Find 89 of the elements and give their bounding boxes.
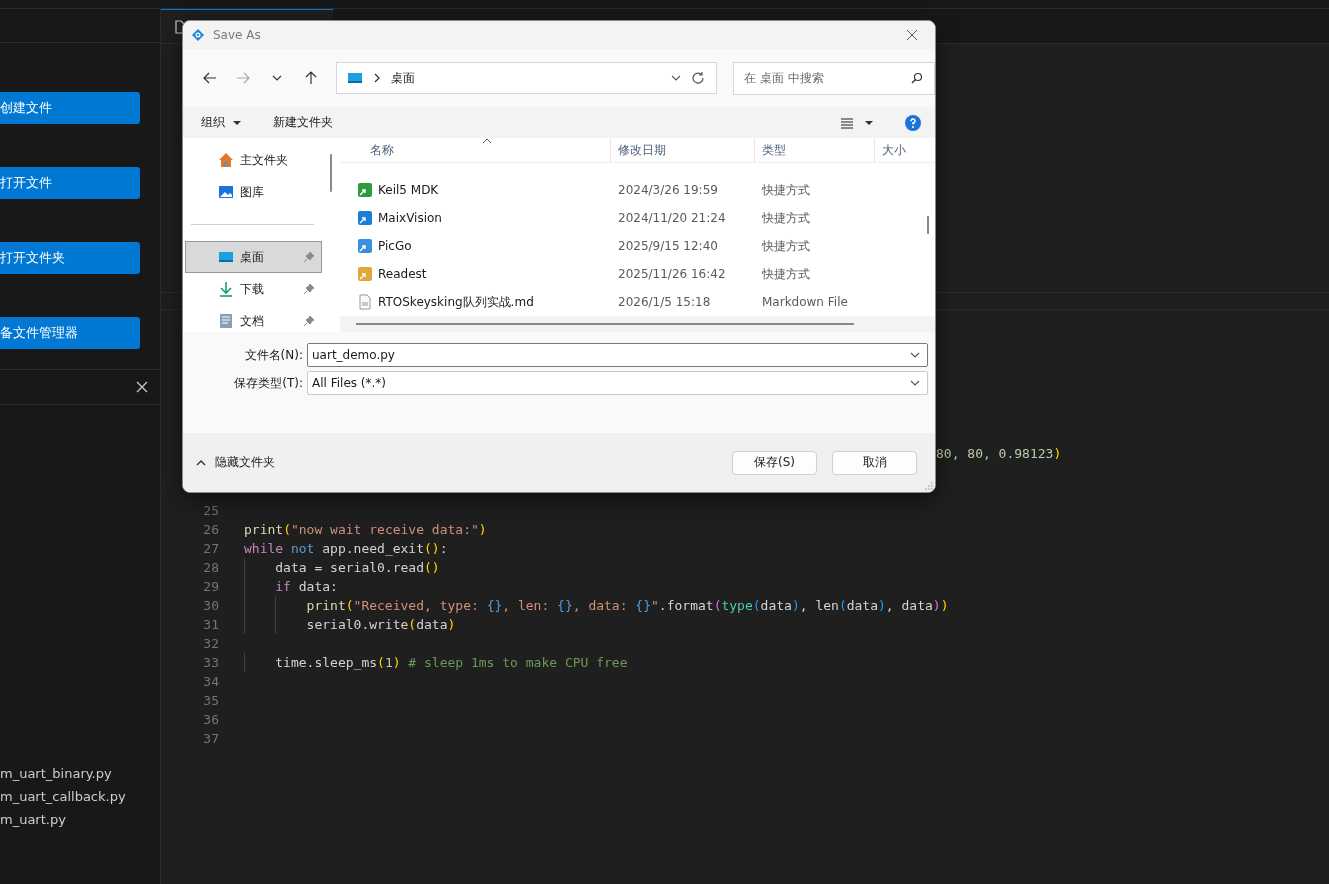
cancel-button[interactable]: 取消 xyxy=(832,450,917,475)
line-number: 37 xyxy=(202,730,220,748)
nav-item[interactable]: 主文件夹 xyxy=(185,144,322,176)
column-header[interactable]: 名称 xyxy=(340,138,611,163)
line-number: 30 xyxy=(202,597,220,615)
resize-grip-icon[interactable] xyxy=(925,482,933,490)
back-icon xyxy=(201,70,218,86)
code-line: print("now wait receive data:") xyxy=(244,521,487,539)
sort-icon xyxy=(482,138,492,144)
code-line: serial0.write(data) xyxy=(306,616,456,634)
search-field[interactable]: 在 桌面 中搜索 xyxy=(733,61,935,95)
shortcut-icon xyxy=(357,210,373,227)
sidebar-button[interactable]: 备文件管理器 xyxy=(0,317,140,349)
shortcut-icon xyxy=(357,266,373,283)
shortcut-icon xyxy=(357,238,373,255)
app-icon xyxy=(191,28,205,42)
date-cell-text: 2025/9/15 12:40 xyxy=(617,239,719,254)
column-header[interactable]: 修改日期 xyxy=(611,138,755,163)
code-line: data = serial0.read() xyxy=(275,559,440,577)
file-name[interactable]: m_uart_binary.py xyxy=(0,762,160,785)
hide-folders-toggle[interactable]: 隐藏文件夹 xyxy=(195,454,275,471)
sidebar-button[interactable]: 打开文件夹 xyxy=(0,242,140,274)
date-cell-text: 2024/11/20 21:24 xyxy=(617,211,727,226)
field-label: 文件名(N): xyxy=(243,346,304,364)
scrollbar-thumb[interactable] xyxy=(927,216,929,234)
sidebar-button[interactable]: 打开文件 xyxy=(0,167,140,199)
document-icon xyxy=(357,294,373,311)
nav-item[interactable]: 图库 xyxy=(185,176,322,208)
column-header[interactable]: 类型 xyxy=(755,138,875,163)
code-line: while not app.need_exit(): xyxy=(244,540,448,558)
code-line: 80, 80, 0.98123) xyxy=(936,445,1062,463)
nav-item[interactable]: 下载 xyxy=(185,273,322,305)
line-number: 26 xyxy=(202,521,220,539)
help-icon xyxy=(905,114,921,131)
type-cell-text: 快捷方式 xyxy=(761,237,811,255)
date-cell-text: 2025/11/26 16:42 xyxy=(617,267,727,282)
forward-icon xyxy=(235,70,252,86)
document-icon xyxy=(218,313,234,329)
sidebar-button[interactable]: 创建文件 xyxy=(0,92,140,124)
nav-item[interactable]: 桌面 xyxy=(185,241,322,273)
shortcut-icon xyxy=(357,182,373,199)
file-row-name[interactable]: RTOSkeysking队列实战.md xyxy=(340,293,611,311)
download-icon xyxy=(218,281,234,297)
filename-field[interactable]: uart_demo.py xyxy=(307,343,928,367)
file-row-name[interactable]: Keil5 MDK xyxy=(340,182,611,199)
line-number: 31 xyxy=(202,616,220,634)
scrollbar-thumb[interactable] xyxy=(330,154,332,192)
dialog-title: Save As xyxy=(213,28,262,42)
code-line: print("Received, type: {}, len: {}, data: {}".format(type(data), len(data), data)) xyxy=(306,597,949,615)
scrollbar-thumb[interactable] xyxy=(356,323,854,326)
path-text: 桌面 xyxy=(390,69,416,87)
field-label: 保存类型(T): xyxy=(233,374,304,392)
type-cell-text: 快捷方式 xyxy=(761,181,811,199)
date-cell-text: 2026/1/5 15:18 xyxy=(617,295,712,310)
file-row-name[interactable]: PicGo xyxy=(340,238,611,255)
file-name[interactable]: m_uart_callback.py xyxy=(0,785,160,808)
type-cell-text: Markdown File xyxy=(761,295,849,310)
nav-item[interactable]: 文档 xyxy=(185,305,322,332)
close-icon[interactable] xyxy=(136,381,148,393)
line-number: 29 xyxy=(202,578,220,596)
refresh-icon xyxy=(690,70,706,86)
desktop-icon xyxy=(218,249,234,265)
organize-menu[interactable]: 组织 xyxy=(197,114,247,131)
line-number: 25 xyxy=(202,502,220,520)
search-icon xyxy=(911,71,923,84)
line-number: 36 xyxy=(202,711,220,729)
line-number: 34 xyxy=(202,673,220,691)
desktop-icon xyxy=(346,70,363,86)
new-folder-button[interactable]: 新建文件夹 xyxy=(269,114,337,131)
type-cell-text: 快捷方式 xyxy=(761,209,811,227)
column-header[interactable]: 大小 xyxy=(875,138,935,163)
save-button[interactable]: 保存(S) xyxy=(732,450,817,475)
file-row-name[interactable]: MaixVision xyxy=(340,210,611,227)
file-name[interactable]: m_uart.py xyxy=(0,808,160,831)
code-line: if data: xyxy=(275,578,338,596)
line-number: 28 xyxy=(202,559,220,577)
picture-icon xyxy=(218,184,234,200)
line-number: 35 xyxy=(202,692,220,710)
code-line: time.sleep_ms(1) # sleep 1ms to make CPU free xyxy=(275,654,628,672)
line-number: 33 xyxy=(202,654,220,672)
file-row-name[interactable]: Readest xyxy=(340,266,611,283)
close-icon xyxy=(906,29,918,41)
line-number: 32 xyxy=(202,635,220,653)
file-type-dropdown[interactable]: All Files (*.*) xyxy=(307,371,928,395)
type-cell-text: 快捷方式 xyxy=(761,265,811,283)
address-bar[interactable]: 桌面 xyxy=(335,62,717,94)
line-number: 27 xyxy=(202,540,220,558)
home-icon xyxy=(218,152,234,168)
date-cell-text: 2024/3/26 19:59 xyxy=(617,183,719,198)
